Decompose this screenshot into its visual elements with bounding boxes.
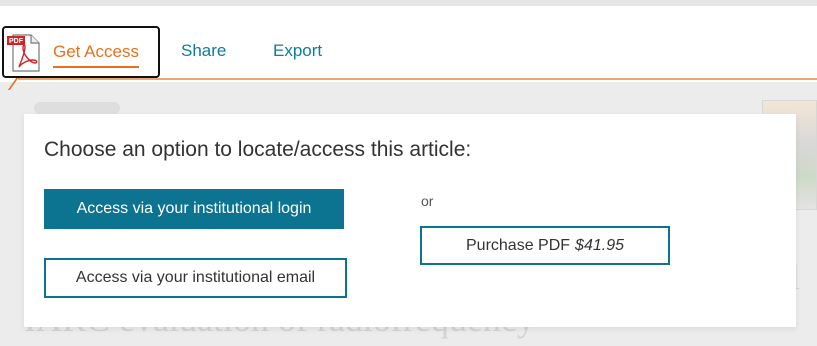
pdf-icon: PDF — [7, 34, 40, 72]
toolbar-underline — [18, 78, 817, 80]
get-access-label: Get Access — [53, 42, 139, 68]
article-toolbar: PDF Get Access Share Export — [0, 6, 817, 82]
purchase-pdf-label: Purchase PDF — [466, 236, 571, 254]
institutional-login-button[interactable]: Access via your institutional login — [44, 189, 344, 229]
access-options-panel: Choose an option to locate/access this a… — [24, 114, 796, 327]
panel-heading: Choose an option to locate/access this a… — [44, 138, 472, 161]
pdf-icon-label: PDF — [9, 38, 24, 45]
purchase-pdf-button[interactable]: Purchase PDF $41.95 — [420, 226, 670, 265]
purchase-price: $41.95 — [575, 236, 624, 254]
get-access-button[interactable]: PDF Get Access — [2, 26, 160, 78]
export-link[interactable]: Export — [273, 41, 322, 61]
share-link[interactable]: Share — [181, 41, 226, 61]
background-blurred-text — [34, 102, 120, 114]
or-separator: or — [421, 193, 434, 209]
institutional-email-button[interactable]: Access via your institutional email — [44, 258, 347, 298]
